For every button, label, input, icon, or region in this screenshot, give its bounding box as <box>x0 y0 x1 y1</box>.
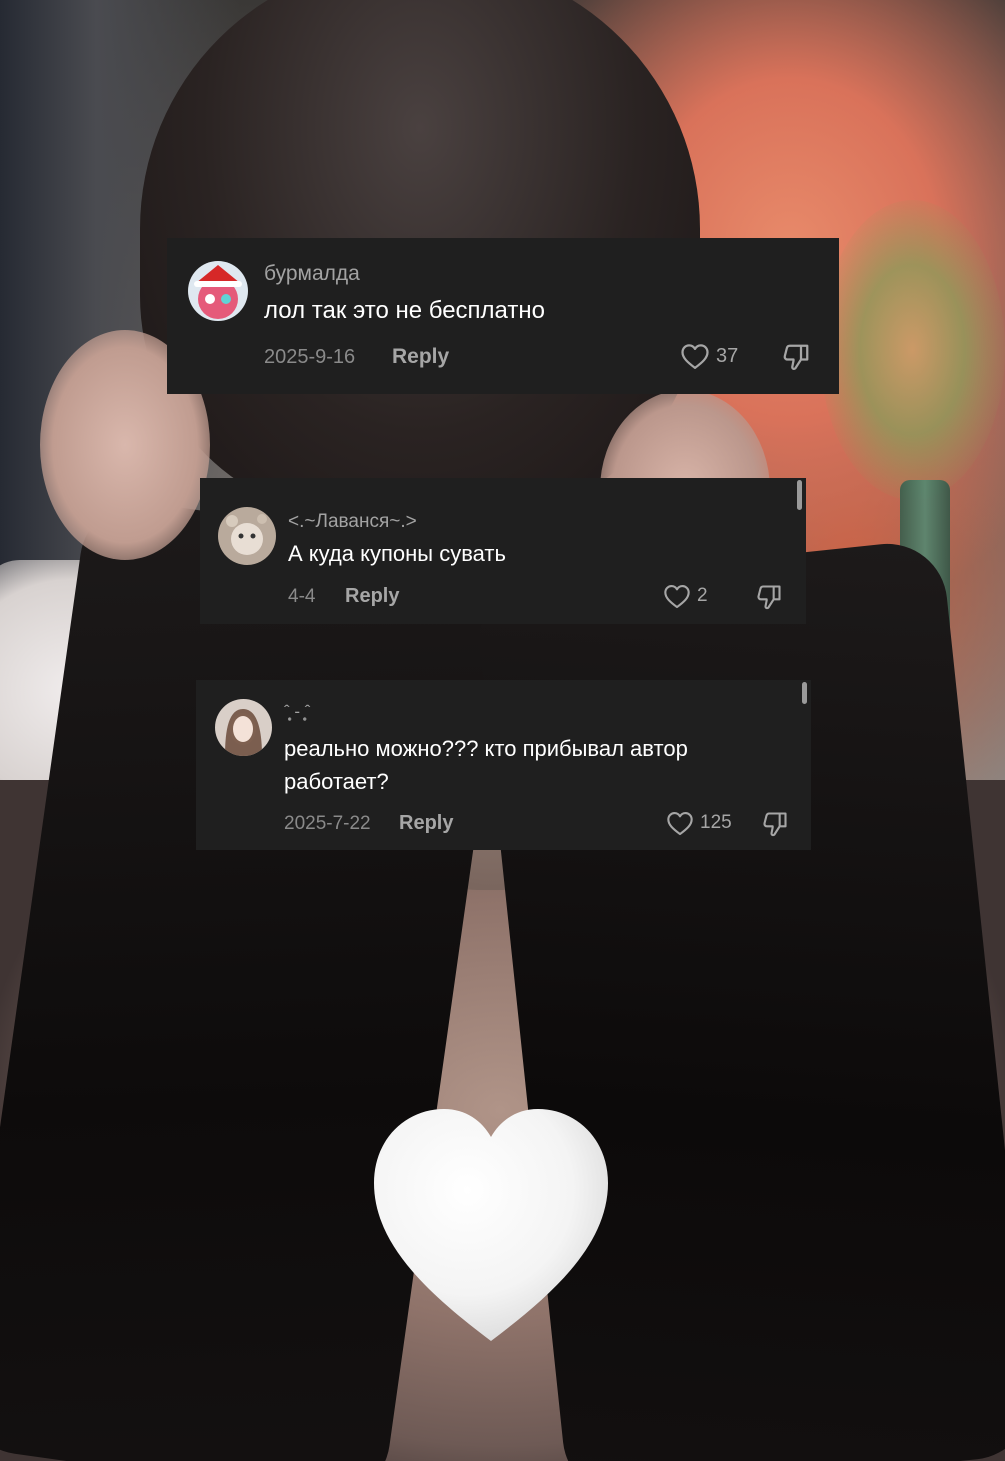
scrollbar[interactable] <box>802 682 807 704</box>
heart-outline-icon <box>667 812 693 836</box>
like-count: 125 <box>700 812 732 833</box>
dislike-button[interactable] <box>755 583 783 616</box>
scrollbar[interactable] <box>797 480 802 510</box>
comment-username[interactable]: бурмалда <box>264 262 360 286</box>
like-button[interactable]: 37 <box>680 342 738 370</box>
comment-text: А куда купоны сувать <box>288 541 506 566</box>
dislike-button[interactable] <box>781 342 811 377</box>
thumbs-down-icon <box>763 812 787 837</box>
heart-outline-icon <box>664 585 690 609</box>
comment-username[interactable]: ˆ̩̥ - ̩̥ˆ <box>284 702 310 722</box>
comment-date: 4-4 <box>288 586 316 607</box>
flowers <box>820 200 1005 500</box>
reply-button[interactable]: Reply <box>345 585 399 608</box>
like-count: 37 <box>716 344 739 367</box>
comment-card-1[interactable]: бурмалда лол так это не бесплатно 2025-9… <box>167 238 839 394</box>
comment-date: 2025-9-16 <box>264 346 356 368</box>
comment-text: реально можно??? кто прибывал автор рабо… <box>284 736 688 794</box>
comment-card-2[interactable]: <.~Лаванся~.> А куда купоны сувать 4-4 R… <box>200 478 806 624</box>
reply-button[interactable]: Reply <box>392 345 449 369</box>
white-heart-icon <box>370 1105 612 1345</box>
dislike-button[interactable] <box>761 810 789 843</box>
avatar[interactable] <box>188 261 248 321</box>
like-count: 2 <box>697 585 708 606</box>
comment-card-3[interactable]: ˆ̩̥ - ̩̥ˆ реально можно??? кто прибывал … <box>196 680 811 850</box>
avatar[interactable] <box>218 507 276 565</box>
like-button[interactable]: 2 <box>663 583 708 609</box>
comment-date: 2025-7-22 <box>284 813 371 834</box>
thumbs-down-icon <box>783 344 809 371</box>
reply-button[interactable]: Reply <box>399 812 453 835</box>
comment-text: лол так это не бесплатно <box>264 297 545 324</box>
like-button[interactable]: 125 <box>666 810 732 836</box>
thumbs-down-icon <box>757 585 781 610</box>
heart-outline-icon <box>681 344 709 369</box>
comment-username[interactable]: <.~Лаванся~.> <box>288 511 417 533</box>
avatar[interactable] <box>215 699 272 756</box>
